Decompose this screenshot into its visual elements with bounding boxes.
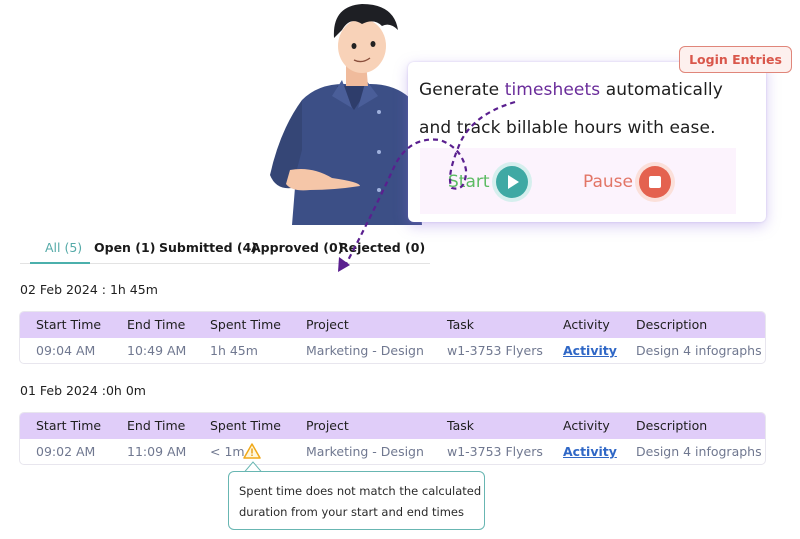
entries-table: Start Time End Time Spent Time Project T… [19, 412, 766, 465]
column-header: Description [636, 418, 708, 433]
active-tab-indicator [30, 262, 90, 264]
description: Design 4 infographs [636, 343, 762, 358]
tab-all[interactable]: All (5) [45, 240, 82, 255]
start-time: 09:02 AM [36, 444, 96, 459]
column-header: Task [447, 418, 474, 433]
login-entries-button[interactable]: Login Entries [679, 46, 792, 73]
spent-time: < 1m [210, 444, 245, 459]
spent-time: 1h 45m [210, 343, 258, 358]
promo-headline-line2: and track billable hours with ease. [419, 118, 716, 138]
project: Marketing - Design [306, 444, 424, 459]
activity-link[interactable]: Activity [563, 343, 617, 358]
task: w1-3753 Flyers [447, 343, 543, 358]
stop-icon[interactable] [639, 166, 671, 198]
task: w1-3753 Flyers [447, 444, 543, 459]
promo-text: automatically [600, 80, 723, 100]
description: Design 4 infographs [636, 444, 762, 459]
column-header: Spent Time [210, 317, 281, 332]
tab-submitted[interactable]: Submitted (4) [159, 240, 257, 255]
table-row[interactable]: 09:02 AM 11:09 AM < 1m Marketing - Desig… [20, 439, 765, 464]
activity-link[interactable]: Activity [563, 444, 617, 459]
tab-rejected[interactable]: Rejected (0) [339, 240, 425, 255]
column-header: Spent Time [210, 418, 281, 433]
table-row[interactable]: 09:04 AM 10:49 AM 1h 45m Marketing - Des… [20, 338, 765, 363]
column-header: Activity [563, 317, 610, 332]
column-header: End Time [127, 317, 186, 332]
column-header: Description [636, 317, 708, 332]
tab-approved[interactable]: Approved (0) [251, 240, 343, 255]
day-header: 01 Feb 2024 :0h 0m [20, 383, 146, 398]
tab-open[interactable]: Open (1) [94, 240, 155, 255]
project: Marketing - Design [306, 343, 424, 358]
table-header: Start Time End Time Spent Time Project T… [20, 312, 765, 338]
column-header: Start Time [36, 317, 102, 332]
spent-time-warning-tooltip: Spent time does not match the calculated… [228, 471, 485, 530]
pause-button[interactable]: Pause [583, 166, 671, 198]
entries-table: Start Time End Time Spent Time Project T… [19, 311, 766, 364]
column-header: End Time [127, 418, 186, 433]
promo-headline-line1: Generate timesheets automatically [419, 80, 723, 100]
status-tabs: All (5) Open (1) Submitted (4) Approved … [20, 238, 430, 264]
start-button[interactable]: Start [448, 166, 528, 198]
timer-controls: Start Pause [420, 148, 736, 214]
promo-accent-text: timesheets [504, 80, 601, 100]
promo-text: Generate [419, 80, 505, 100]
tooltip-line: Spent time does not match the calculated [239, 484, 482, 498]
person-illustration [270, 4, 422, 225]
warning-icon[interactable] [243, 443, 261, 459]
end-time: 10:49 AM [127, 343, 187, 358]
start-label: Start [448, 172, 490, 192]
start-time: 09:04 AM [36, 343, 96, 358]
table-header: Start Time End Time Spent Time Project T… [20, 413, 765, 439]
tooltip-line: duration from your start and end times [239, 505, 465, 519]
column-header: Start Time [36, 418, 102, 433]
column-header: Activity [563, 418, 610, 433]
end-time: 11:09 AM [127, 444, 187, 459]
column-header: Task [447, 317, 474, 332]
column-header: Project [306, 418, 349, 433]
column-header: Project [306, 317, 349, 332]
play-icon[interactable] [495, 166, 528, 198]
promo-card: Generate timesheets automatically and tr… [408, 62, 766, 222]
day-header: 02 Feb 2024 : 1h 45m [20, 282, 158, 297]
pause-label: Pause [583, 172, 633, 192]
